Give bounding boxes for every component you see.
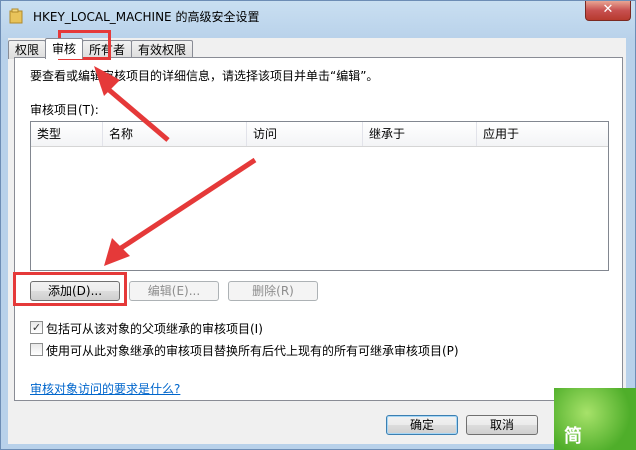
replace-checkbox[interactable] — [30, 343, 43, 356]
folder-icon — [9, 8, 23, 24]
cancel-button[interactable]: 取消 — [466, 415, 538, 435]
title-bar: HKEY_LOCAL_MACHINE 的高级安全设置 ✕ — [1, 1, 635, 31]
remove-button[interactable]: 删除(R) — [228, 281, 318, 301]
column-access[interactable]: 访问 — [247, 122, 363, 146]
column-applies-to[interactable]: 应用于 — [477, 122, 607, 146]
audit-help-link[interactable]: 审核对象访问的要求是什么? — [30, 380, 180, 397]
edit-button[interactable]: 编辑(E)... — [129, 281, 219, 301]
ok-button[interactable]: 确定 — [386, 415, 458, 435]
logo-glyph: 简 — [564, 426, 582, 447]
leaf-logo: 简 — [554, 388, 636, 450]
list-header: 类型 名称 访问 继承于 应用于 — [31, 122, 608, 147]
inherit-checkbox[interactable]: ✓ — [30, 321, 43, 334]
close-icon: ✕ — [602, 2, 614, 17]
inherit-checkbox-label[interactable]: 包括可从该对象的父项继承的审核项目(I) — [46, 320, 263, 337]
close-button[interactable]: ✕ — [585, 1, 631, 21]
instruction-text: 要查看或编辑审核项目的详细信息，请选择该项目并单击“编辑”。 — [30, 69, 379, 83]
audit-entries-list[interactable]: 类型 名称 访问 继承于 应用于 — [30, 121, 609, 271]
audit-list-label: 审核项目(T): — [30, 103, 99, 117]
check-mark-icon: ✓ — [31, 321, 42, 334]
tab-auditing[interactable]: 审核 — [45, 38, 84, 59]
highlight-add-button — [13, 272, 127, 306]
replace-checkbox-label[interactable]: 使用可从此对象继承的审核项目替换所有后代上现有的所有可继承审核项目(P) — [46, 342, 459, 359]
column-inherited-from[interactable]: 继承于 — [363, 122, 477, 146]
window-title: HKEY_LOCAL_MACHINE 的高级安全设置 — [33, 10, 260, 24]
column-name[interactable]: 名称 — [103, 122, 247, 146]
column-type[interactable]: 类型 — [31, 122, 103, 146]
